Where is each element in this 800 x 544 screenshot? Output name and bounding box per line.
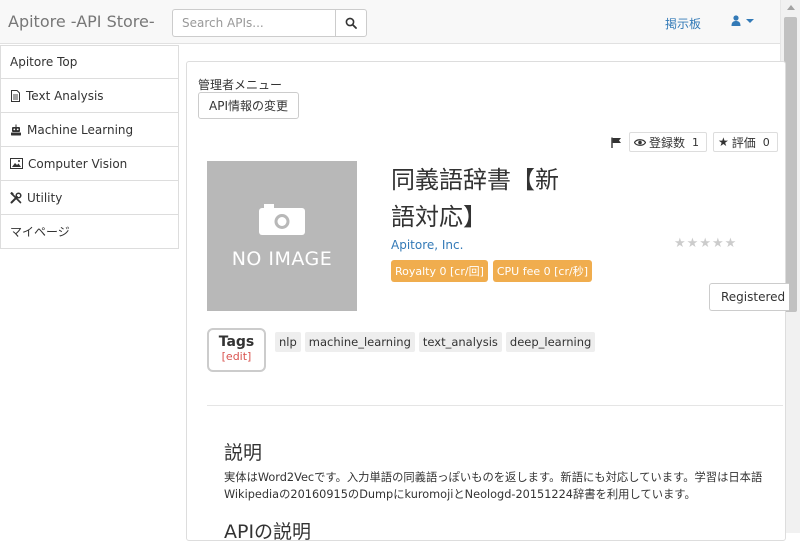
cpu-fee-label: CPU fee 0 [cr/秒] <box>492 260 592 282</box>
sidebar-item-text-analysis[interactable]: Text Analysis <box>0 79 179 113</box>
edit-api-info-button[interactable]: API情報の変更 <box>198 92 299 119</box>
registered-label: 登録数 <box>649 135 686 150</box>
flag-icon <box>610 137 621 148</box>
rating-label: 評価 <box>731 135 756 150</box>
registered-button[interactable]: Registered <box>709 283 789 311</box>
api-detail-panel: 管理者メニュー API情報の変更 登録数 1 ★ 評価 0 NO IMAGE 同… <box>186 61 789 543</box>
api-explanation-title: APIの説明 <box>224 521 312 543</box>
robot-icon <box>11 124 21 135</box>
fee-labels: Royalty 0 [cr/回] CPU fee 0 [cr/秒] <box>391 260 592 282</box>
description-title: 説明 <box>224 442 263 464</box>
caret-down-icon <box>746 18 754 23</box>
report-flag-button[interactable] <box>609 132 623 152</box>
royalty-label: Royalty 0 [cr/回] <box>391 260 488 282</box>
sidebar: Apitore Top Text Analysis Machine Learni… <box>0 45 179 249</box>
rating-star-icon[interactable]: ★ <box>674 237 686 250</box>
rating-star-icon[interactable]: ★ <box>699 237 711 250</box>
registered-count-badge[interactable]: 登録数 1 <box>629 132 708 152</box>
section-divider <box>207 405 783 406</box>
rating-badge[interactable]: ★ 評価 0 <box>713 132 778 152</box>
no-image-text: NO IMAGE <box>231 248 333 270</box>
document-icon <box>11 89 20 102</box>
sidebar-item-label: Text Analysis <box>26 88 104 103</box>
search-input[interactable] <box>172 9 335 37</box>
tags-header: Tags [edit] <box>207 328 266 372</box>
tag-deep-learning[interactable]: deep_learning <box>505 332 596 352</box>
search-button[interactable] <box>335 9 367 37</box>
brand-logo[interactable]: Apitore -API Store- <box>8 12 155 31</box>
navbar: Apitore -API Store- 掲示板 <box>0 0 780 44</box>
sidebar-item-label: Machine Learning <box>27 122 134 137</box>
scroll-up-arrow-icon[interactable] <box>787 5 795 10</box>
sidebar-item-label: Apitore Top <box>10 55 78 69</box>
tag-machine-learning[interactable]: machine_learning <box>304 332 415 352</box>
search-form <box>172 9 367 37</box>
board-link[interactable]: 掲示板 <box>665 15 701 32</box>
sidebar-item-label: Utility <box>27 190 63 205</box>
eye-icon <box>634 138 646 146</box>
camera-icon <box>259 204 305 235</box>
sidebar-item-computer-vision[interactable]: Computer Vision <box>0 147 179 181</box>
sidebar-item-label: マイページ <box>10 225 70 239</box>
rating-count: 0 <box>762 135 770 149</box>
registered-count: 1 <box>692 135 700 149</box>
star-rating[interactable]: ★ ★ ★ ★ ★ <box>674 237 736 250</box>
user-menu-toggle[interactable] <box>731 15 754 26</box>
sidebar-item-utility[interactable]: Utility <box>0 181 179 215</box>
sidebar-item-apitore-top[interactable]: Apitore Top <box>0 45 179 79</box>
rating-star-icon[interactable]: ★ <box>687 237 699 250</box>
tools-icon <box>10 191 22 203</box>
tag-nlp[interactable]: nlp <box>275 332 301 352</box>
picture-icon <box>10 158 23 169</box>
tag-list: nlp machine_learning text_analysis deep_… <box>275 332 596 352</box>
rating-star-icon[interactable]: ★ <box>725 237 737 250</box>
search-icon <box>345 17 357 29</box>
tags-title: Tags <box>218 334 255 350</box>
api-stats: 登録数 1 ★ 評価 0 <box>609 132 778 152</box>
admin-menu-label: 管理者メニュー <box>198 78 283 92</box>
rating-star-icon[interactable]: ★ <box>712 237 724 250</box>
api-author-link[interactable]: Apitore, Inc. <box>391 238 463 252</box>
tag-text-analysis[interactable]: text_analysis <box>418 332 502 352</box>
star-icon: ★ <box>718 135 729 149</box>
description-body: 実体はWord2Vecです。入力単語の同義語っぽいものを返します。新語にも対応し… <box>224 471 763 501</box>
api-title: 同義語辞書【新語対応】 <box>391 166 559 231</box>
user-icon <box>731 15 741 26</box>
api-image-placeholder: NO IMAGE <box>207 161 357 311</box>
sidebar-item-label: Computer Vision <box>28 156 128 171</box>
sidebar-item-mypage[interactable]: マイページ <box>0 215 179 249</box>
tags-edit-link[interactable]: [edit] <box>209 350 264 363</box>
sidebar-item-machine-learning[interactable]: Machine Learning <box>0 113 179 147</box>
